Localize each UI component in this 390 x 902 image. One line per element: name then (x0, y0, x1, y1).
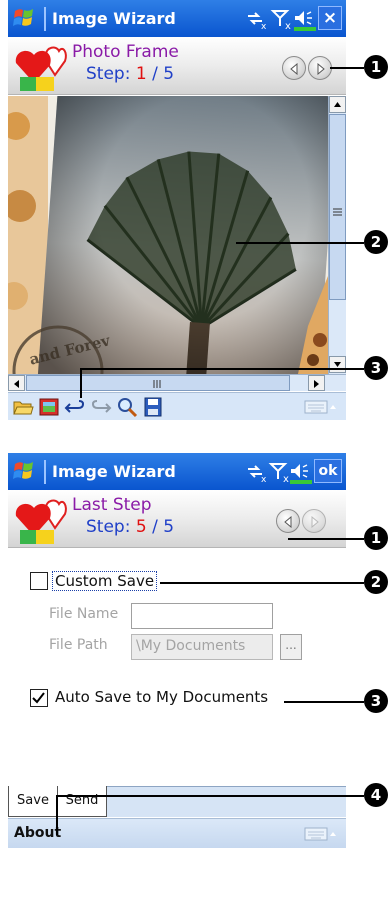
ok-button[interactable]: ok (314, 459, 342, 483)
step-counter: Step: 1 / 5 (86, 64, 174, 84)
browse-button[interactable]: ... (280, 634, 302, 660)
auto-save-label[interactable]: Auto Save to My Documents (55, 688, 268, 706)
horizontal-scrollbar[interactable] (8, 374, 346, 391)
step-current: 1 (135, 64, 147, 84)
volume-icon[interactable] (292, 6, 318, 32)
scroll-up-button[interactable] (329, 96, 346, 113)
app-title: Image Wizard (52, 9, 176, 28)
custom-save-checkbox[interactable] (30, 572, 48, 590)
previous-button[interactable] (276, 509, 300, 533)
custom-save-label[interactable]: Custom Save (52, 571, 158, 591)
scroll-down-button[interactable] (329, 356, 346, 373)
callout-4-leader-vertical (56, 795, 58, 835)
vertical-scroll-thumb[interactable] (329, 114, 346, 300)
callout-1-leader (330, 67, 364, 69)
windows-start-icon[interactable] (12, 458, 38, 484)
tab-save[interactable]: Save (8, 786, 58, 817)
callout-2b-leader (160, 582, 364, 584)
vertical-scrollbar[interactable] (328, 96, 346, 374)
callout-3b-leader (284, 701, 364, 703)
step-counter: Step: 5 / 5 (86, 517, 174, 537)
step-name: Photo Frame (72, 42, 179, 62)
callout-2b-badge: 2 (364, 570, 388, 594)
callout-2-badge: 2 (364, 230, 388, 254)
step-prefix: Step: (86, 64, 136, 84)
title-bar: Image Wizard x x ok (8, 453, 346, 490)
step-total: 5 (163, 517, 175, 537)
svg-text:x: x (285, 21, 291, 32)
toolbar (8, 392, 346, 420)
about-menu[interactable]: About (14, 825, 61, 841)
save-disk-icon[interactable] (142, 396, 164, 418)
auto-save-checkbox[interactable] (30, 689, 48, 707)
next-button[interactable] (302, 509, 326, 533)
arrow-left-icon (290, 63, 298, 75)
arrow-right-icon (314, 380, 319, 388)
arrow-left-icon (14, 380, 19, 388)
menu-bar: About (8, 818, 346, 848)
file-path-label: File Path (49, 637, 108, 653)
wizard-header: Photo Frame Step: 1 / 5 (8, 37, 346, 95)
next-button[interactable] (308, 56, 332, 80)
arrow-right-icon (317, 63, 325, 75)
callout-4-badge: 4 (364, 783, 388, 807)
last-step-screen: Image Wizard x x ok Last Step Step: 5 / … (8, 453, 346, 900)
title-separator (44, 7, 46, 31)
grip-icon (153, 380, 161, 388)
file-name-label: File Name (49, 606, 119, 622)
grip-icon (333, 208, 342, 216)
title-bar: Image Wizard x x × (8, 0, 346, 37)
callout-4-leader (56, 795, 364, 797)
frame-icon[interactable] (38, 396, 60, 418)
arrow-up-icon (334, 102, 341, 107)
step-separator: / (146, 517, 164, 537)
tab-strip: Save Send (8, 786, 346, 817)
windows-start-icon[interactable] (12, 5, 38, 31)
hearts-logo-icon (15, 46, 67, 91)
file-name-input[interactable] (131, 603, 273, 629)
step-separator: / (146, 64, 164, 84)
title-separator (44, 460, 46, 484)
zoom-icon[interactable] (116, 396, 138, 418)
keyboard-input-icon[interactable] (304, 826, 338, 842)
callout-1b-leader (288, 538, 364, 540)
callout-1-badge: 1 (364, 55, 388, 79)
callout-3-badge: 3 (364, 356, 388, 380)
svg-text:x: x (261, 22, 267, 32)
photo-frame-screen: Image Wizard x x × Photo Frame Step: 1 /… (8, 0, 346, 420)
step-total: 5 (163, 64, 175, 84)
step-name: Last Step (72, 495, 152, 515)
tab-send[interactable]: Send (57, 786, 107, 817)
scroll-right-button[interactable] (308, 375, 325, 391)
step-current: 5 (135, 517, 147, 537)
callout-3-leader (80, 368, 364, 370)
callout-3b-badge: 3 (364, 689, 388, 713)
open-folder-icon[interactable] (12, 396, 34, 418)
close-button[interactable]: × (318, 6, 342, 30)
connectivity-icon[interactable]: x (244, 6, 270, 32)
framed-photo-image: and Forev (8, 96, 328, 374)
svg-text:x: x (261, 475, 267, 485)
photo-preview[interactable]: and Forev (8, 96, 328, 374)
connectivity-icon[interactable]: x (244, 459, 270, 485)
redo-icon[interactable] (90, 396, 112, 418)
callout-1b-badge: 1 (364, 526, 388, 550)
file-path-input[interactable]: \My Documents (131, 634, 273, 660)
undo-icon[interactable] (64, 396, 86, 418)
step-prefix: Step: (86, 517, 136, 537)
horizontal-scroll-thumb[interactable] (26, 375, 290, 391)
keyboard-input-icon[interactable] (304, 399, 338, 415)
checkmark-icon (32, 692, 45, 704)
previous-button[interactable] (282, 56, 306, 80)
app-title: Image Wizard (52, 462, 176, 481)
arrow-right-icon (311, 516, 319, 528)
arrow-left-icon (284, 516, 292, 528)
callout-3-leader-vertical (80, 368, 82, 398)
volume-icon[interactable] (288, 459, 314, 485)
scroll-left-button[interactable] (8, 375, 25, 391)
callout-2-leader (236, 242, 364, 244)
hearts-logo-icon (15, 499, 67, 544)
